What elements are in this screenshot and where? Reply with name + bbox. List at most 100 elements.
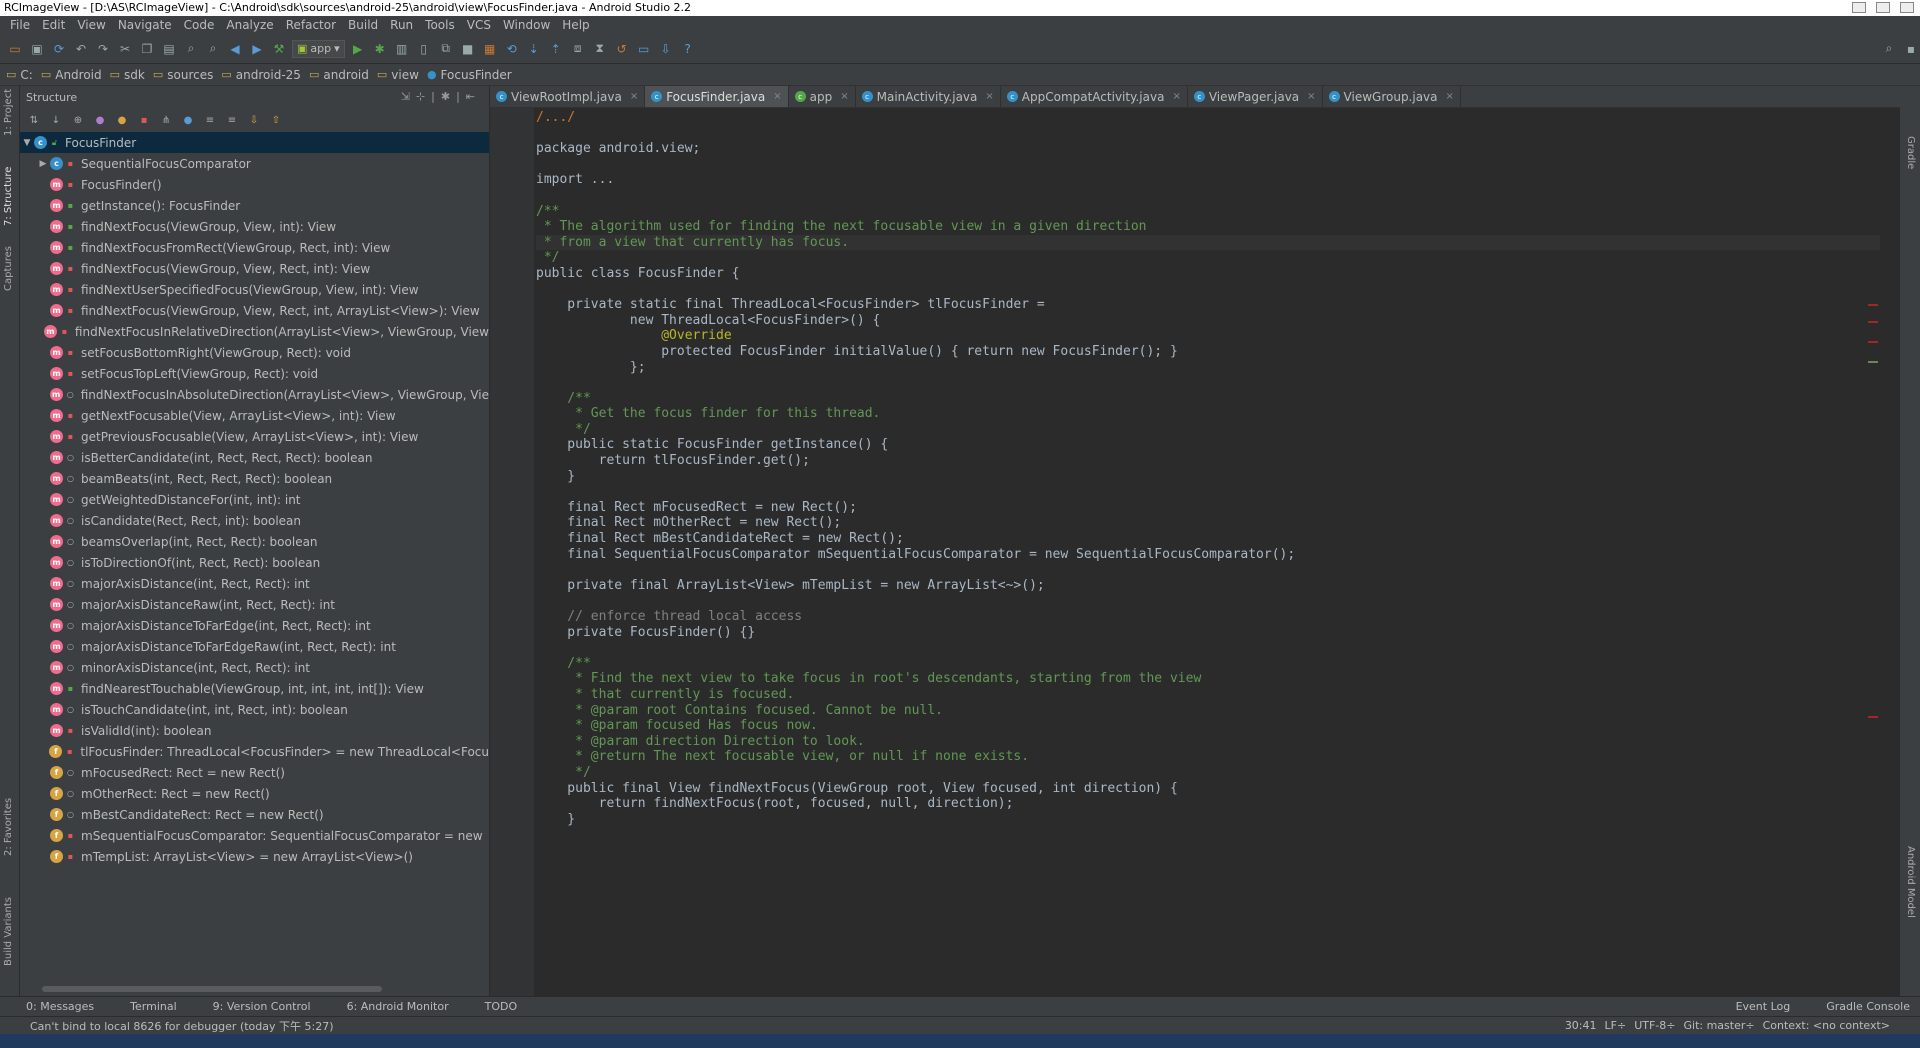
- editor-tab[interactable]: c app ×: [789, 86, 856, 107]
- editor-tab[interactable]: c FocusFinder.java ×: [645, 86, 789, 107]
- show-anonymous-icon[interactable]: ●: [180, 112, 196, 128]
- tree-item[interactable]: f ○ mFocusedRect: Rect = new Rect(): [20, 762, 489, 783]
- breadcrumb-item[interactable]: ▭ sdk: [110, 68, 145, 82]
- tree-item[interactable]: ▶ c ▪ SequentialFocusComparator: [20, 153, 489, 174]
- menu-item-view[interactable]: View: [71, 18, 111, 32]
- sort-visibility-icon[interactable]: ⇅: [26, 112, 42, 128]
- tree-item[interactable]: m ▪ getNextFocusable(View, ArrayList<View>…: [20, 405, 489, 426]
- file-encoding[interactable]: UTF-8÷: [1634, 1019, 1675, 1032]
- autoscroll-from-source-icon[interactable]: ⇧: [268, 112, 284, 128]
- vcs-update-icon[interactable]: ⇣: [525, 40, 543, 58]
- copy-icon[interactable]: ❐: [138, 40, 156, 58]
- breadcrumb-item[interactable]: ▭ android-25: [221, 68, 301, 82]
- context[interactable]: Context: <no context>: [1763, 1019, 1890, 1032]
- editor-tab[interactable]: c MainActivity.java ×: [856, 86, 1001, 107]
- android-monitor-tab[interactable]: 6: Android Monitor: [321, 1000, 459, 1013]
- warning-stripe-mark[interactable]: [1868, 361, 1878, 363]
- editor-tab[interactable]: c AppCompatActivity.java ×: [1001, 86, 1188, 107]
- structure-tool-tab[interactable]: 7: Structure: [3, 167, 14, 226]
- tree-item[interactable]: m ○ majorAxisDistanceRaw(int, Rect, Rect):…: [20, 594, 489, 615]
- tree-item[interactable]: m ▪ getInstance(): FocusFinder: [20, 195, 489, 216]
- todo-tab[interactable]: TODO: [459, 1000, 528, 1013]
- tree-item[interactable]: m ○ getWeightedDistanceFor(int, int): int: [20, 489, 489, 510]
- tree-item[interactable]: m ▪ findNextFocusInRelativeDirection(Array…: [20, 321, 489, 342]
- vcs-history-icon[interactable]: ⧗: [591, 40, 609, 58]
- forward-icon[interactable]: ▶: [248, 40, 266, 58]
- breadcrumb-item[interactable]: ▭ Android: [41, 68, 102, 82]
- terminal-tab[interactable]: Terminal: [104, 1000, 187, 1013]
- caret-position[interactable]: 30:41: [1565, 1019, 1597, 1032]
- menu-item-edit[interactable]: Edit: [36, 18, 71, 32]
- tree-item[interactable]: f ▪ mSequentialFocusComparator: Sequential…: [20, 825, 489, 846]
- tree-item[interactable]: m ○ majorAxisDistance(int, Rect, Rect): in…: [20, 573, 489, 594]
- show-fields-icon[interactable]: ●: [114, 112, 130, 128]
- event-log-tab[interactable]: Event Log: [1710, 1000, 1801, 1013]
- error-stripe-mark[interactable]: [1868, 341, 1878, 343]
- close-tab-icon[interactable]: ×: [840, 91, 848, 102]
- tree-item[interactable]: m ○ majorAxisDistanceToFarEdgeRaw(int, Rec…: [20, 636, 489, 657]
- stop-icon[interactable]: ■: [459, 40, 477, 58]
- captures-tool-tab[interactable]: Captures: [3, 246, 14, 291]
- menu-item-vcs[interactable]: VCS: [461, 18, 497, 32]
- attach-debugger-icon[interactable]: ⧉: [437, 40, 455, 58]
- maximize-icon[interactable]: [1876, 2, 1890, 13]
- tree-item[interactable]: m ○ findNextFocusInAbsoluteDirection(Array…: [20, 384, 489, 405]
- close-tab-icon[interactable]: ×: [985, 91, 993, 102]
- open-folder-icon[interactable]: ▭: [6, 40, 24, 58]
- tree-item[interactable]: m ▪ findNextUserSpecifiedFocus(ViewGroup, …: [20, 279, 489, 300]
- tree-item[interactable]: m ▪ findNextFocus(ViewGroup, View, int): V…: [20, 216, 489, 237]
- apply-changes-icon[interactable]: ▯: [415, 40, 433, 58]
- project-structure-icon[interactable]: ▦: [481, 40, 499, 58]
- close-tab-icon[interactable]: ×: [1307, 91, 1315, 102]
- vcs-compare-icon[interactable]: ⧈: [569, 40, 587, 58]
- menu-item-file[interactable]: File: [4, 18, 36, 32]
- make-project-icon[interactable]: ⚒: [270, 40, 288, 58]
- sdk-manager-icon[interactable]: ⇩: [657, 40, 675, 58]
- close-tab-icon[interactable]: ×: [1446, 91, 1454, 102]
- tree-item[interactable]: f ○ mOtherRect: Rect = new Rect(): [20, 783, 489, 804]
- menu-item-window[interactable]: Window: [497, 18, 556, 32]
- cut-icon[interactable]: ✂: [116, 40, 134, 58]
- project-tool-tab[interactable]: 1: Project: [3, 89, 14, 136]
- menu-item-code[interactable]: Code: [178, 18, 221, 32]
- tree-item[interactable]: m ▪ findNextFocus(ViewGroup, View, Rect, i…: [20, 258, 489, 279]
- tree-item[interactable]: m ○ minorAxisDistance(int, Rect, Rect): in…: [20, 657, 489, 678]
- version-control-tab[interactable]: 9: Version Control: [187, 1000, 321, 1013]
- vcs-commit-icon[interactable]: ⇡: [547, 40, 565, 58]
- tree-item[interactable]: m ○ isCandidate(Rect, Rect, int): boolean: [20, 510, 489, 531]
- debug-icon[interactable]: ✱: [371, 40, 389, 58]
- tree-item[interactable]: f ▪ tlFocusFinder: ThreadLocal<FocusFinder…: [20, 741, 489, 762]
- editor-tab[interactable]: c ViewGroup.java ×: [1323, 86, 1461, 107]
- show-properties-icon[interactable]: ●: [92, 112, 108, 128]
- tree-item[interactable]: f ▪ mTempList: ArrayList<View> = new Array…: [20, 846, 489, 867]
- menu-item-refactor[interactable]: Refactor: [280, 18, 342, 32]
- tree-item[interactable]: m ▪ isValidId(int): boolean: [20, 720, 489, 741]
- tree-item[interactable]: m ○ isBetterCandidate(int, Rect, Rect, Rec…: [20, 447, 489, 468]
- gradle-console-tab[interactable]: Gradle Console: [1800, 1000, 1920, 1013]
- breadcrumb-item[interactable]: ▭ android: [309, 68, 369, 82]
- redo-icon[interactable]: ↷: [94, 40, 112, 58]
- expand-arrow-icon[interactable]: ▶: [36, 159, 50, 169]
- favorites-tool-tab[interactable]: 2: Favorites: [3, 798, 14, 856]
- gradle-sync-icon[interactable]: ⟲: [503, 40, 521, 58]
- avd-manager-icon[interactable]: ▭: [635, 40, 653, 58]
- git-branch[interactable]: Git: master÷: [1684, 1019, 1755, 1032]
- event-log-icon[interactable]: ▪: [1902, 40, 1920, 58]
- tree-item[interactable]: m ▪ findNextFocus(ViewGroup, View, Rect, i…: [20, 300, 489, 321]
- tree-item[interactable]: m ○ isTouchCandidate(int, int, Rect, int):…: [20, 699, 489, 720]
- save-all-icon[interactable]: ▣: [28, 40, 46, 58]
- tree-item[interactable]: m ○ isToDirectionOf(int, Rect, Rect): bool…: [20, 552, 489, 573]
- expand-all-icon[interactable]: ≡: [202, 112, 218, 128]
- search-everywhere-icon[interactable]: ⌕: [1880, 40, 1898, 58]
- replace-icon[interactable]: ⌕: [204, 40, 222, 58]
- build-variants-tool-tab[interactable]: Build Variants: [3, 897, 14, 966]
- breadcrumb-item[interactable]: ▭ sources: [153, 68, 214, 82]
- menu-item-help[interactable]: Help: [556, 18, 595, 32]
- error-stripe-mark[interactable]: [1868, 321, 1878, 323]
- tree-item[interactable]: m ○ majorAxisDistanceToFarEdge(int, Rect, …: [20, 615, 489, 636]
- tree-item[interactable]: m ▪ findNextFocusFromRect(ViewGroup, Rect,…: [20, 237, 489, 258]
- tree-item[interactable]: m ▪ FocusFinder(): [20, 174, 489, 195]
- panel-settings-icon[interactable]: ⇲⊹|✱|⇤: [401, 90, 481, 103]
- breadcrumb-item[interactable]: ▭ C:: [6, 68, 33, 82]
- horizontal-scrollbar[interactable]: [42, 986, 382, 992]
